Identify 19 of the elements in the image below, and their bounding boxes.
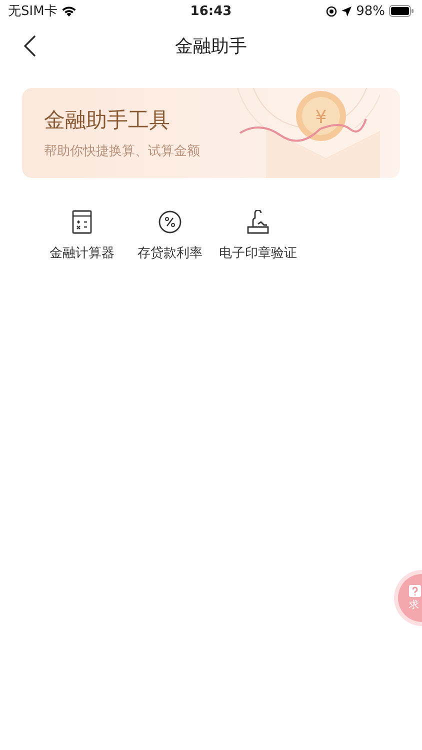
location-arrow-icon (341, 6, 352, 16)
clock-text: 16:43 (190, 4, 232, 18)
stamp-icon (247, 210, 269, 234)
question-icon (409, 584, 421, 596)
rotation-lock-icon (326, 6, 338, 16)
tool-item[interactable]: 存贷款利率 (126, 210, 214, 262)
tool-item[interactable]: 电子印章验证 (214, 210, 302, 262)
back-icon[interactable] (24, 35, 36, 57)
percent-icon (158, 210, 182, 234)
banner-card[interactable]: ¥ 金融助手工具 帮助你快捷换算、试算金额 (22, 88, 400, 178)
battery-percent-text: 98% (356, 4, 385, 18)
page-title: 金融助手 (175, 35, 247, 58)
tool-item[interactable]: 金融计算器 (38, 210, 126, 262)
battery-icon (389, 5, 414, 17)
banner-subtitle: 帮助你快捷换算、试算金额 (44, 143, 200, 160)
calculator-icon (72, 210, 92, 234)
banner-title: 金融助手工具 (44, 107, 170, 134)
wifi-icon (61, 5, 78, 17)
carrier-text: 无SIM卡 (8, 3, 58, 20)
